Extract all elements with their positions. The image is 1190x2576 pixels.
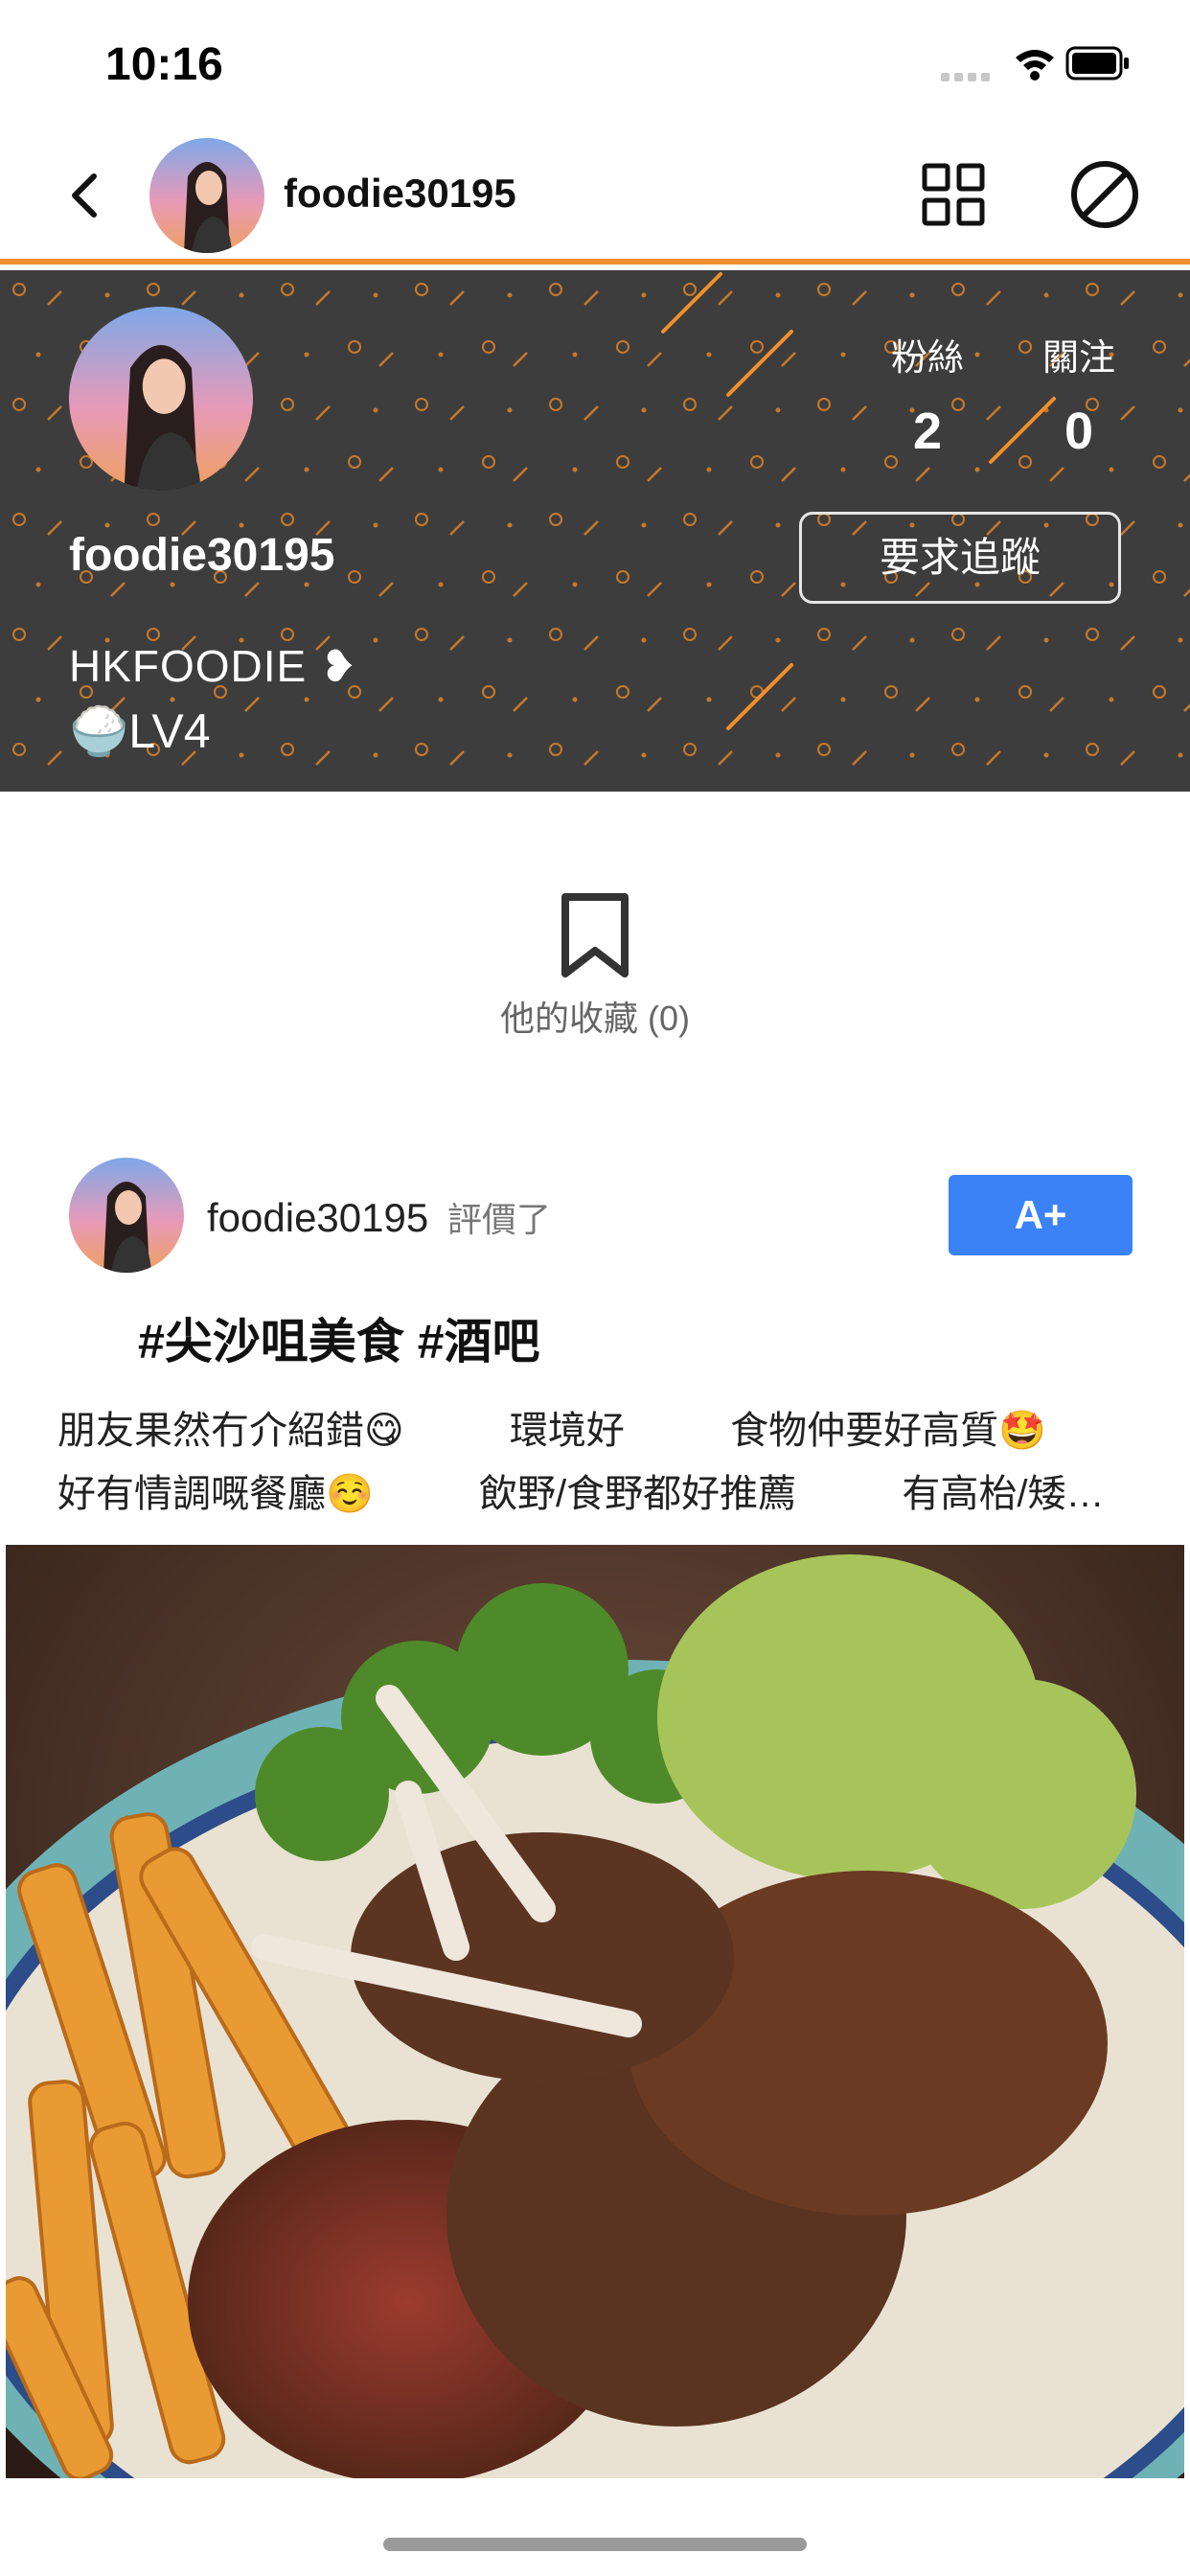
status-indicators [941,44,1133,86]
review-photo[interactable] [6,1545,1184,2478]
review-text-line1: 朋友果然冇介紹錯😋 環境好 食物仲要好高質🤩 [57,1410,1046,1452]
followers-count: 2 [912,402,943,460]
wifi-icon [1016,50,1054,80]
followers-stat[interactable]: 粉絲 2 [860,328,995,461]
following-stat[interactable]: 關注 0 [1012,328,1146,461]
status-bar: 10:16 [0,0,1190,130]
review-text-line2: 好有情調嘅餐廳☺️ 飲野/食野都好推薦 有高枱/矮… [57,1473,1105,1515]
profile-avatar[interactable] [69,307,253,491]
status-time: 10:16 [105,39,223,90]
home-indicator[interactable] [383,2538,807,2551]
bookmark-icon[interactable] [560,891,630,979]
grade-badge: A+ [949,1175,1133,1255]
cellular-signal-icon [941,73,990,81]
nav-username: foodie30195 [284,171,516,216]
profile-bio-line1: HKFOODIE ❥ [69,641,358,691]
grid-icon [922,163,985,226]
profile-username: foodie30195 [69,530,335,581]
request-follow-button[interactable]: 要求追蹤 [799,512,1121,604]
followers-label: 粉絲 [890,338,964,379]
following-label: 關注 [1041,338,1115,379]
review-text[interactable]: 朋友果然冇介紹錯😋 環境好 食物仲要好高質🤩 好有情調嘅餐廳☺️ 飲野/食野都好… [57,1399,1140,1526]
collections-label[interactable]: 他的收藏 (0) [0,991,1190,1041]
review-author[interactable]: foodie30195 評價了 [207,1192,551,1242]
chevron-left-icon [72,173,97,218]
block-button[interactable] [1069,159,1140,230]
profile-level: 🍚LV4 [69,704,211,758]
review-action: 評價了 [446,1200,551,1239]
battery-icon [1065,46,1129,80]
review-avatar[interactable] [69,1158,184,1273]
nav-avatar[interactable] [149,138,264,253]
grid-view-button[interactable] [922,163,985,226]
following-count: 0 [1064,402,1094,460]
review-username[interactable]: foodie30195 [207,1195,428,1240]
review-tags[interactable]: #尖沙咀美食 #酒吧 [138,1303,540,1372]
profile-header: foodie30195 HKFOODIE ❥ 🍚LV4 粉絲 2 關注 0 要求… [0,270,1190,792]
back-button[interactable] [57,167,115,224]
block-icon [1071,161,1138,228]
nav-bar: foodie30195 [0,130,1190,264]
